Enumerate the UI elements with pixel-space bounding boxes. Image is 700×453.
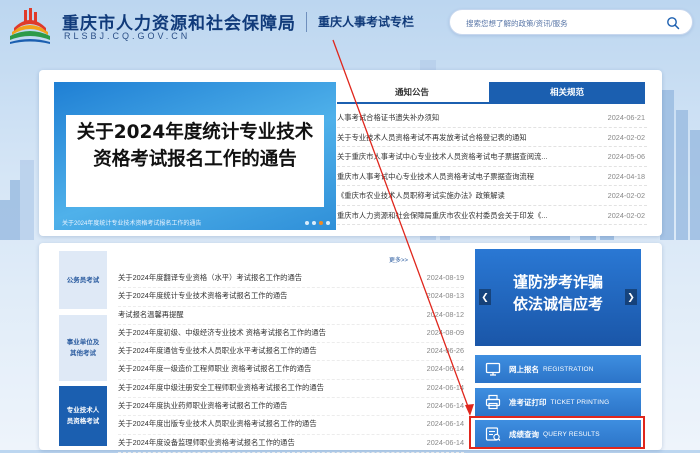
search-input[interactable] [466, 16, 656, 30]
button-label-en: TICKET PRINTING [550, 398, 610, 406]
news-date: 2024-02-02 [607, 191, 645, 200]
category-label: 专业技术人员资格考试 [66, 407, 100, 425]
notice-date: 2024-06-14 [426, 401, 464, 411]
ticket-printing-button[interactable]: 准考证打印 TICKET PRINTING [475, 388, 641, 416]
news-list: 人事考试合格证书遗失补办须知 2024-06-21 关于专业技术人员资格考试不再发… [337, 108, 647, 225]
search-box [449, 9, 693, 35]
top-panel: 关于2024年度统计专业技术资格考试报名工作的通告 关于2024年度统计专业技术… [39, 70, 662, 236]
exam-notice-list: 关于2024年度翻译专业资格（水平）考试报名工作的通告 2024-08-19 关于… [118, 270, 464, 453]
news-title[interactable]: 重庆市人事考试中心专业技术人员资格考试电子票据查询流程 [337, 172, 577, 182]
registration-button[interactable]: 网上报名 REGISTRATION [475, 355, 641, 383]
highlight-box [469, 416, 645, 449]
anti-fraud-banner[interactable]: 谨防涉考诈骗 依法诚信应考 ❮ ❯ [475, 249, 641, 346]
notice-date: 2024-08-09 [426, 327, 464, 337]
notice-date: 2024-06-14 [426, 382, 464, 392]
news-title[interactable]: 关于重庆市人事考试中心专业技术人员资格考试电子票据查阅流... [337, 152, 577, 162]
notice-title[interactable]: 关于2024年度初级、中级经济专业技术 资格考试报名工作的通告 [118, 328, 408, 338]
button-label-cn: 网上报名 [509, 364, 539, 374]
category-label: 公务员考试 [66, 276, 100, 284]
notice-date: 2024-08-12 [426, 309, 464, 319]
tab-notice[interactable]: 通知公告 [337, 82, 487, 102]
banner-caption[interactable]: 关于2024年度统计专业技术资格考试报名工作的通告 [62, 218, 262, 227]
banner-headline: 关于2024年度统计专业技术资格考试报名工作的通告 [76, 122, 314, 170]
list-item[interactable]: 关于专业技术人员资格考试不再发放考试合格登记表的通知 2024-02-02 [337, 128, 647, 147]
notice-date: 2024-06-14 [426, 437, 464, 447]
list-item[interactable]: 关于2024年度执业药师职业资格考试报名工作的通告 2024-06-14 [118, 398, 464, 417]
button-label-en: REGISTRATION [543, 365, 594, 373]
list-item[interactable]: 关于2024年度出版专业技术人员职业资格考试报名工作的通告 2024-06-14 [118, 416, 464, 435]
news-tabs: 通知公告 相关规范 [337, 82, 645, 104]
news-date: 2024-02-02 [607, 132, 645, 142]
notice-date: 2024-08-13 [426, 291, 464, 301]
search-icon[interactable] [666, 16, 680, 30]
tab-regulations[interactable]: 相关规范 [489, 82, 645, 102]
carousel-dots [305, 221, 330, 225]
news-date: 2024-05-06 [607, 152, 645, 161]
printer-icon [485, 394, 501, 410]
list-item[interactable]: 关于2024年度通信专业技术人员职业水平考试报名工作的通告 2024-06-26 [118, 343, 464, 362]
promo-text: 谨防涉考诈骗 依法诚信应考 [475, 271, 641, 315]
list-item[interactable]: 重庆市人力资源和社会保障局重庆市农业农村委员会关于印发《... 2024-02-0… [337, 206, 647, 225]
list-item[interactable]: 关于2024年度一级造价工程师职业 资格考试报名工作的通告 2024-06-14 [118, 361, 464, 381]
promo-line-1: 谨防涉考诈骗 [512, 273, 603, 291]
site-header: 重庆市人力资源和社会保障局 RLSBJ.CQ.GOV.CN 重庆人事考试专栏 [0, 0, 700, 60]
promo-line-2: 依法诚信应考 [512, 295, 603, 313]
notice-title[interactable]: 关于2024年度中级注册安全工程师职业资格考试报名工作的通告 [118, 383, 408, 393]
list-item[interactable]: 关于重庆市人事考试中心专业技术人员资格考试电子票据查阅流... 2024-05-0… [337, 147, 647, 167]
carousel-dot[interactable] [305, 221, 309, 225]
notice-title[interactable]: 关于2024年度设备监理师职业资格考试报名工作的通告 [118, 438, 408, 448]
list-item[interactable]: 关于2024年度中级注册安全工程师职业资格考试报名工作的通告 2024-06-14 [118, 380, 464, 399]
section-title[interactable]: 重庆人事考试专栏 [318, 13, 414, 30]
hrss-logo-icon[interactable] [6, 6, 54, 46]
category-public-institution[interactable]: 事业单位及其他考试 [59, 315, 107, 381]
news-title[interactable]: 关于专业技术人员资格考试不再发放考试合格登记表的通知 [337, 133, 577, 143]
button-label-cn: 准考证打印 [509, 397, 547, 407]
news-title[interactable]: 《重庆市农业技术人员职称考试实施办法》政策解读 [337, 191, 577, 201]
news-title[interactable]: 人事考试合格证书遗失补办须知 [337, 113, 577, 123]
tab-underline [337, 102, 645, 104]
carousel-dot[interactable] [312, 221, 316, 225]
list-item[interactable]: 考试报名温馨再提醒 2024-08-12 [118, 307, 464, 326]
notice-title[interactable]: 关于2024年度出版专业技术人员职业资格考试报名工作的通告 [118, 419, 408, 429]
header-divider [306, 12, 307, 32]
carousel-dot[interactable] [326, 221, 330, 225]
list-item[interactable]: 《重庆市农业技术人员职称考试实施办法》政策解读 2024-02-02 [337, 186, 647, 206]
site-url: RLSBJ.CQ.GOV.CN [64, 31, 191, 41]
list-item[interactable]: 重庆市人事考试中心专业技术人员资格考试电子票据查询流程 2024-04-18 [337, 167, 647, 186]
news-date: 2024-04-18 [607, 171, 645, 181]
news-date: 2024-06-21 [607, 113, 645, 122]
notice-title[interactable]: 关于2024年度一级造价工程师职业 资格考试报名工作的通告 [118, 364, 408, 374]
notice-title[interactable]: 考试报名温馨再提醒 [118, 310, 408, 320]
category-label: 事业单位及其他考试 [66, 339, 100, 357]
notice-date: 2024-06-14 [426, 419, 464, 429]
more-link[interactable]: 更多>> [389, 255, 408, 264]
category-civil-servant[interactable]: 公务员考试 [59, 251, 107, 309]
list-item[interactable]: 关于2024年度统计专业技术资格考试报名工作的通告 2024-08-13 [118, 288, 464, 307]
news-date: 2024-02-02 [607, 210, 645, 220]
notice-date: 2024-08-19 [426, 273, 464, 282]
notice-title[interactable]: 关于2024年度执业药师职业资格考试报名工作的通告 [118, 401, 408, 411]
list-item[interactable]: 关于2024年度初级、中级经济专业技术 资格考试报名工作的通告 2024-08-0… [118, 325, 464, 344]
list-item[interactable]: 关于2024年度设备监理师职业资格考试报名工作的通告 2024-06-14 [118, 435, 464, 453]
notice-title[interactable]: 关于2024年度通信专业技术人员职业水平考试报名工作的通告 [118, 346, 408, 356]
notice-date: 2024-06-14 [426, 364, 464, 374]
banner-text-box: 关于2024年度统计专业技术资格考试报名工作的通告 [66, 115, 324, 207]
notice-date: 2024-06-26 [426, 346, 464, 356]
list-item[interactable]: 人事考试合格证书遗失补办须知 2024-06-21 [337, 108, 647, 128]
category-professional[interactable]: 专业技术人员资格考试 [59, 386, 107, 446]
chevron-left-icon[interactable]: ❮ [479, 289, 491, 305]
computer-icon [485, 362, 501, 376]
carousel-dot-active[interactable] [319, 221, 323, 225]
news-title[interactable]: 重庆市人力资源和社会保障局重庆市农业农村委员会关于印发《... [337, 211, 577, 221]
notice-title[interactable]: 关于2024年度翻译专业资格（水平）考试报名工作的通告 [118, 273, 408, 283]
list-item[interactable]: 关于2024年度翻译专业资格（水平）考试报名工作的通告 2024-08-19 [118, 270, 464, 289]
banner-carousel[interactable]: 关于2024年度统计专业技术资格考试报名工作的通告 关于2024年度统计专业技术… [54, 82, 336, 230]
chevron-right-icon[interactable]: ❯ [625, 289, 637, 305]
notice-title[interactable]: 关于2024年度统计专业技术资格考试报名工作的通告 [118, 291, 408, 301]
